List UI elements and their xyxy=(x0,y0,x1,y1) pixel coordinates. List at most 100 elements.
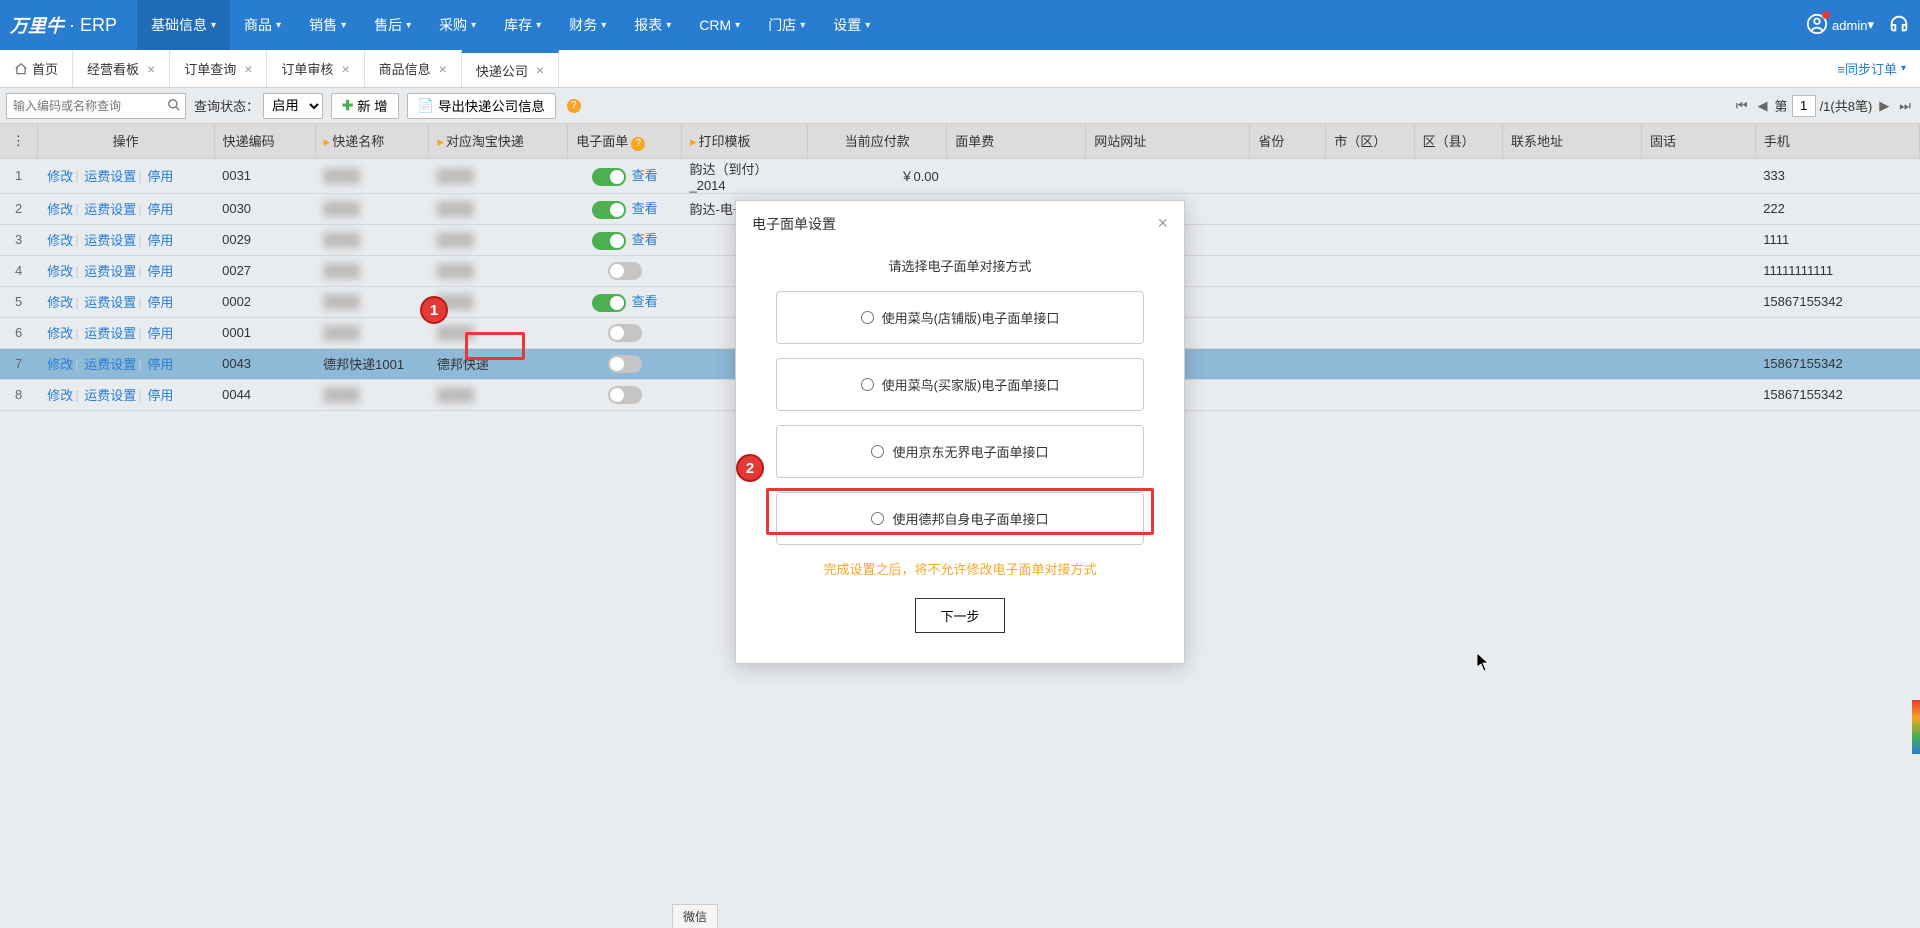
view-link[interactable]: 查看 xyxy=(632,168,658,183)
edit-link[interactable]: 修改 xyxy=(47,388,73,403)
toggle-switch[interactable] xyxy=(608,386,642,404)
close-icon[interactable]: × xyxy=(536,62,544,78)
fee-link[interactable]: 运费设置 xyxy=(84,295,136,310)
stop-link[interactable]: 停用 xyxy=(147,169,173,184)
col-header-5[interactable]: 电子面单? xyxy=(568,124,682,158)
close-icon[interactable]: × xyxy=(244,61,252,77)
menu-item-0[interactable]: 基础信息▾ xyxy=(137,0,230,50)
col-header-14[interactable]: 固话 xyxy=(1642,124,1756,158)
tab-4[interactable]: 商品信息× xyxy=(365,50,462,87)
toggle-switch[interactable] xyxy=(608,355,642,373)
toggle-switch[interactable] xyxy=(592,294,626,312)
fee-link[interactable]: 运费设置 xyxy=(84,202,136,217)
next-page-button[interactable]: ▶ xyxy=(1876,96,1892,116)
edit-link[interactable]: 修改 xyxy=(47,357,73,372)
col-header-6[interactable]: ▸打印模板 xyxy=(681,124,807,158)
toggle-switch[interactable] xyxy=(592,232,626,250)
close-icon[interactable]: × xyxy=(341,61,349,77)
col-header-9[interactable]: 网站网址 xyxy=(1086,124,1250,158)
edit-link[interactable]: 修改 xyxy=(47,169,73,184)
col-header-7[interactable]: 当前应付款 xyxy=(808,124,947,158)
menu-item-7[interactable]: 报表▾ xyxy=(620,0,685,50)
first-page-button[interactable]: ⏮ xyxy=(1733,96,1751,116)
edit-link[interactable]: 修改 xyxy=(47,264,73,279)
radio-option-3[interactable]: 使用德邦自身电子面单接口 xyxy=(776,492,1144,545)
help-icon[interactable]: ? xyxy=(567,99,581,113)
toggle-switch[interactable] xyxy=(608,324,642,342)
edit-link[interactable]: 修改 xyxy=(47,295,73,310)
tab-3[interactable]: 订单审核× xyxy=(267,50,364,87)
fee-link[interactable]: 运费设置 xyxy=(84,233,136,248)
radio-input[interactable] xyxy=(861,311,874,324)
prev-page-button[interactable]: ◀ xyxy=(1755,96,1771,116)
menu-item-10[interactable]: 设置▾ xyxy=(819,0,884,50)
fee-link[interactable]: 运费设置 xyxy=(84,357,136,372)
stop-link[interactable]: 停用 xyxy=(147,202,173,217)
tab-2[interactable]: 订单查询× xyxy=(170,50,267,87)
col-header-13[interactable]: 联系地址 xyxy=(1503,124,1642,158)
tab-5[interactable]: 快递公司× xyxy=(462,50,559,87)
col-header-1[interactable]: 操作 xyxy=(37,124,214,158)
toggle-switch[interactable] xyxy=(592,168,626,186)
menu-item-4[interactable]: 采购▾ xyxy=(425,0,490,50)
stop-link[interactable]: 停用 xyxy=(147,233,173,248)
user-menu[interactable]: admin ▾ xyxy=(1806,13,1874,38)
radio-option-0[interactable]: 使用菜鸟(店铺版)电子面单接口 xyxy=(776,291,1144,344)
last-page-button[interactable]: ⏭ xyxy=(1896,96,1914,116)
tab-1[interactable]: 经营看板× xyxy=(73,50,170,87)
col-header-4[interactable]: ▸对应淘宝快递 xyxy=(429,124,568,158)
export-button[interactable]: 📄 导出快递公司信息 xyxy=(407,93,556,119)
help-icon[interactable]: ? xyxy=(631,137,645,151)
edit-link[interactable]: 修改 xyxy=(47,202,73,217)
radio-option-1[interactable]: 使用菜鸟(买家版)电子面单接口 xyxy=(776,358,1144,411)
menu-item-5[interactable]: 库存▾ xyxy=(490,0,555,50)
col-header-0[interactable]: ⋮ xyxy=(0,124,37,158)
edit-link[interactable]: 修改 xyxy=(47,233,73,248)
fee-link[interactable]: 运费设置 xyxy=(84,169,136,184)
col-header-11[interactable]: 市（区） xyxy=(1326,124,1414,158)
status-select[interactable]: 启用 xyxy=(263,93,323,119)
col-header-15[interactable]: 手机 xyxy=(1755,124,1919,158)
close-icon[interactable]: × xyxy=(147,61,155,77)
fee-link[interactable]: 运费设置 xyxy=(84,264,136,279)
search-input[interactable] xyxy=(6,93,186,119)
fee-link[interactable]: 运费设置 xyxy=(84,326,136,341)
menu-item-6[interactable]: 财务▾ xyxy=(555,0,620,50)
fee-link[interactable]: 运费设置 xyxy=(84,388,136,403)
stop-link[interactable]: 停用 xyxy=(147,264,173,279)
menu-item-9[interactable]: 门店▾ xyxy=(754,0,819,50)
radio-input[interactable] xyxy=(861,378,874,391)
menu-item-3[interactable]: 售后▾ xyxy=(360,0,425,50)
view-link[interactable]: 查看 xyxy=(632,201,658,216)
stop-link[interactable]: 停用 xyxy=(147,357,173,372)
col-header-8[interactable]: 面单费 xyxy=(947,124,1086,158)
radio-option-2[interactable]: 使用京东无界电子面单接口 xyxy=(776,425,1144,478)
sync-orders-button[interactable]: ≡同步订单 ▾ xyxy=(1823,50,1920,87)
menu-item-2[interactable]: 销售▾ xyxy=(295,0,360,50)
view-link[interactable]: 查看 xyxy=(632,294,658,309)
menu-item-8[interactable]: CRM▾ xyxy=(685,0,754,50)
stop-link[interactable]: 停用 xyxy=(147,388,173,403)
next-button[interactable]: 下一步 xyxy=(915,598,1004,633)
radio-input[interactable] xyxy=(871,445,884,458)
headset-icon[interactable] xyxy=(1888,13,1910,38)
table-row[interactable]: 1 修改| 运费设置| 停用 0031 ████ ████ 查看 韵达（到付）_… xyxy=(0,158,1920,193)
radio-input[interactable] xyxy=(871,512,884,525)
stop-link[interactable]: 停用 xyxy=(147,295,173,310)
menu-item-1[interactable]: 商品▾ xyxy=(230,0,295,50)
col-header-12[interactable]: 区（县） xyxy=(1414,124,1502,158)
edit-link[interactable]: 修改 xyxy=(47,326,73,341)
col-header-3[interactable]: ▸快递名称 xyxy=(315,124,429,158)
col-header-10[interactable]: 省份 xyxy=(1250,124,1326,158)
tab-0[interactable]: 首页 xyxy=(0,50,73,87)
page-input[interactable] xyxy=(1792,95,1816,117)
close-icon[interactable]: × xyxy=(439,61,447,77)
new-button[interactable]: ✚ 新 增 xyxy=(331,93,399,119)
view-link[interactable]: 查看 xyxy=(632,232,658,247)
close-icon[interactable]: × xyxy=(1157,213,1168,234)
toggle-switch[interactable] xyxy=(608,262,642,280)
side-toolbar-icon[interactable] xyxy=(1912,700,1920,754)
stop-link[interactable]: 停用 xyxy=(147,326,173,341)
col-header-2[interactable]: 快递编码 xyxy=(214,124,315,158)
search-icon[interactable] xyxy=(167,98,181,115)
